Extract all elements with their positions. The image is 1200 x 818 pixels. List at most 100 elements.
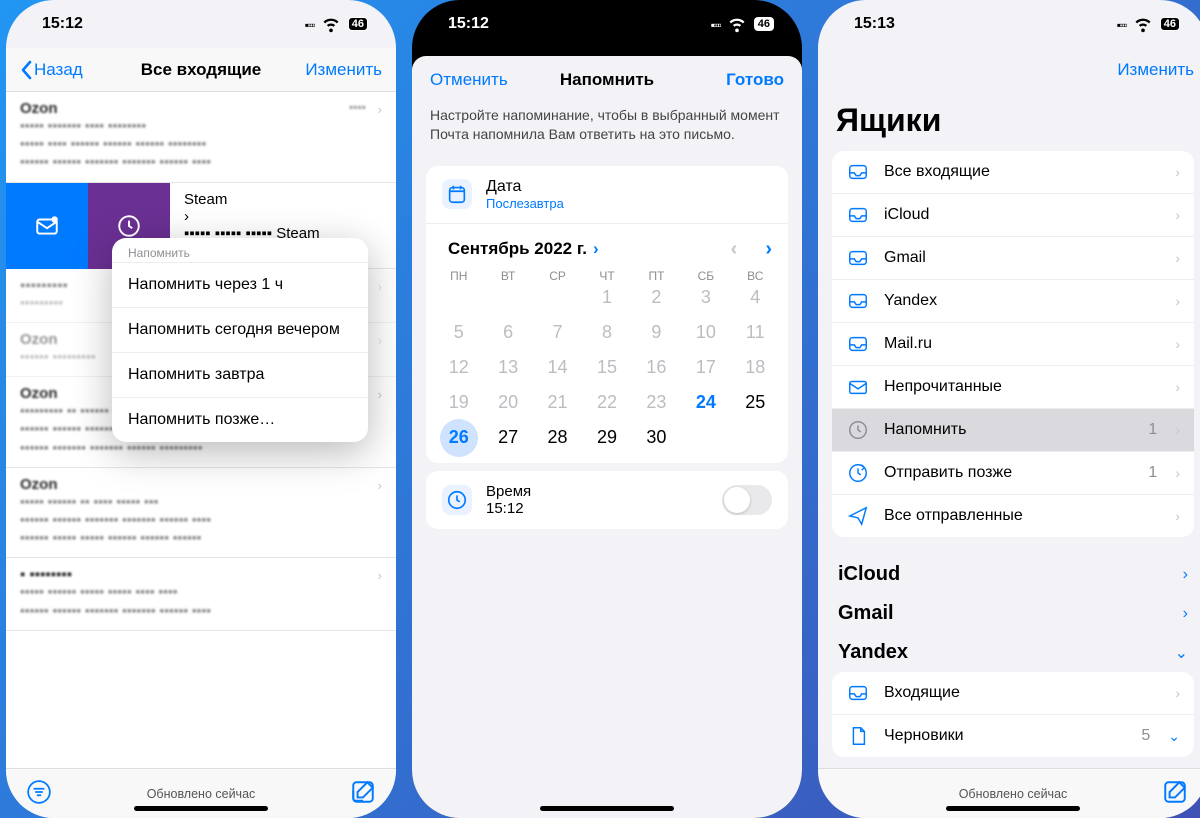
- cancel-button[interactable]: Отменить: [430, 70, 508, 90]
- tray-icon: [846, 505, 870, 527]
- folder-label: Входящие: [884, 684, 1161, 702]
- account-section[interactable]: Yandex ⌄: [818, 633, 1200, 672]
- chevron-icon: ⌄: [1175, 643, 1188, 663]
- mailbox-label: Напомнить: [884, 421, 1134, 439]
- calendar-icon: [442, 179, 472, 209]
- mailbox-label: Mail.ru: [884, 335, 1161, 353]
- section-label: Yandex: [838, 641, 908, 664]
- popup-item-1h[interactable]: Напомнить через 1 ч: [112, 262, 368, 307]
- mailbox-row[interactable]: Непрочитанные ›: [832, 366, 1194, 409]
- mailbox-row[interactable]: Gmail ›: [832, 237, 1194, 280]
- mailbox-row[interactable]: iCloud ›: [832, 194, 1194, 237]
- status-bar: 15:12 46: [6, 0, 396, 48]
- mail-list[interactable]: Ozon▪▪▪▪› ▪▪▪▪▪ ▪▪▪▪▪▪▪ ▪▪▪▪ ▪▪▪▪▪▪▪▪ ▪▪…: [6, 92, 396, 768]
- mail-item[interactable]: Ozon▪▪▪▪› ▪▪▪▪▪ ▪▪▪▪▪▪▪ ▪▪▪▪ ▪▪▪▪▪▪▪▪ ▪▪…: [6, 92, 396, 183]
- folder-row[interactable]: Черновики 5 ⌄: [832, 715, 1194, 757]
- mail-item[interactable]: Ozon› ▪▪▪▪▪ ▪▪▪▪▪▪ ▪▪ ▪▪▪▪ ▪▪▪▪▪ ▪▪▪ ▪▪▪…: [6, 468, 396, 559]
- section-label: iCloud: [838, 563, 900, 586]
- done-button[interactable]: Готово: [726, 70, 784, 90]
- signal-icon: [1117, 16, 1126, 32]
- modal-sheet: Отменить Напомнить Готово Настройте напо…: [412, 56, 802, 818]
- mailbox-row[interactable]: Mail.ru ›: [832, 323, 1194, 366]
- nav-bar: Изменить: [818, 48, 1200, 92]
- battery-icon: 46: [754, 17, 774, 31]
- chevron-right-icon: ›: [1175, 465, 1180, 481]
- mailbox-row[interactable]: Отправить позже 1 ›: [832, 452, 1194, 495]
- time-card: Время 15:12: [426, 471, 788, 529]
- mail-item[interactable]: ▪ ▪▪▪▪▪▪▪▪› ▪▪▪▪▪ ▪▪▪▪▪▪ ▪▪▪▪▪ ▪▪▪▪▪ ▪▪▪…: [6, 558, 396, 630]
- chevron-right-icon: ›: [1175, 207, 1180, 223]
- chevron-right-icon: ›: [1175, 379, 1180, 395]
- section-label: Gmail: [838, 602, 894, 625]
- status-bar: 15:12 46: [412, 0, 802, 48]
- mailbox-row[interactable]: Все входящие ›: [832, 151, 1194, 194]
- back-button[interactable]: Назад: [20, 60, 83, 80]
- prev-month-button[interactable]: ‹: [731, 238, 738, 261]
- tray-icon: [846, 290, 870, 312]
- compose-icon[interactable]: [1162, 779, 1188, 809]
- chevron-right-icon: ›: [1175, 293, 1180, 309]
- yandex-sublist: Входящие › Черновики 5 ⌄: [832, 672, 1194, 757]
- mailbox-count: 1: [1148, 421, 1157, 439]
- tray-icon: [846, 376, 870, 398]
- tray-icon: [846, 161, 870, 183]
- status-time: 15:12: [42, 15, 83, 33]
- popup-item-tonight[interactable]: Напомнить сегодня вечером: [112, 307, 368, 352]
- status-indicators: 46: [711, 12, 774, 37]
- mailbox-label: Непрочитанные: [884, 378, 1161, 396]
- chevron-right-icon: ›: [1175, 422, 1180, 438]
- chevron-right-icon: ›: [593, 239, 599, 258]
- time-row[interactable]: Время 15:12: [426, 471, 788, 529]
- mailbox-label: iCloud: [884, 206, 1161, 224]
- popup-item-tomorrow[interactable]: Напомнить завтра: [112, 352, 368, 397]
- sheet-description: Настройте напоминание, чтобы в выбранный…: [412, 104, 802, 158]
- chevron-right-icon: ›: [1175, 508, 1180, 524]
- tray-icon: [846, 333, 870, 355]
- phone-remind-sheet: 15:12 46 Отменить Напомнить Готово Настр…: [412, 0, 802, 818]
- swipe-unread-button[interactable]: [6, 183, 88, 269]
- popup-item-later[interactable]: Напомнить позже…: [112, 397, 368, 442]
- selected-day: 26: [440, 419, 478, 457]
- wifi-icon: [726, 12, 748, 37]
- next-month-button[interactable]: ›: [765, 238, 772, 261]
- tray-icon: [846, 462, 870, 484]
- date-label: Дата: [486, 178, 564, 196]
- chevron-icon: ›: [1175, 685, 1180, 701]
- month-name[interactable]: Сентябрь 2022 г.›: [442, 239, 599, 259]
- tray-icon: [846, 419, 870, 441]
- status-indicators: 46: [305, 12, 368, 37]
- mailbox-row[interactable]: Yandex ›: [832, 280, 1194, 323]
- tray-icon: [846, 204, 870, 226]
- filter-icon[interactable]: [26, 779, 52, 809]
- compose-icon[interactable]: [350, 779, 376, 809]
- time-value: 15:12: [486, 500, 531, 517]
- mailbox-row[interactable]: Все отправленные ›: [832, 495, 1194, 537]
- edit-button[interactable]: Изменить: [305, 60, 382, 80]
- status-time: 15:13: [854, 15, 895, 33]
- time-switch[interactable]: [722, 485, 772, 515]
- chevron-right-icon: ›: [1175, 336, 1180, 352]
- signal-icon: [305, 16, 314, 32]
- mailbox-label: Yandex: [884, 292, 1161, 310]
- phone-inbox: 15:12 46 Назад Все входящие Изменить Ozo…: [6, 0, 396, 818]
- mailbox-row[interactable]: Напомнить 1 ›: [832, 409, 1194, 452]
- tray-icon: [846, 247, 870, 269]
- month-picker-header: Сентябрь 2022 г.› ‹ ›: [426, 224, 788, 269]
- wifi-icon: [1132, 12, 1154, 37]
- account-section[interactable]: iCloud›: [818, 555, 1200, 594]
- calendar-grid[interactable]: 1234 567891011 12131415161718 1920212223…: [426, 283, 788, 463]
- folder-row[interactable]: Входящие ›: [832, 672, 1194, 715]
- mailbox-label: Все входящие: [884, 163, 1161, 181]
- popup-title: Напомнить: [112, 238, 368, 262]
- folder-icon: [846, 725, 870, 747]
- edit-button[interactable]: Изменить: [1117, 60, 1194, 80]
- account-section[interactable]: Gmail›: [818, 594, 1200, 633]
- chevron-right-icon: ›: [1175, 164, 1180, 180]
- date-row[interactable]: Дата Послезавтра: [426, 166, 788, 224]
- wifi-icon: [320, 12, 342, 37]
- weekday-header: ПНВТСРЧТПТСБВС: [426, 269, 788, 283]
- clock-icon: [442, 485, 472, 515]
- battery-icon: 46: [1160, 17, 1180, 31]
- folder-label: Черновики: [884, 727, 1127, 745]
- mailbox-count: 1: [1148, 464, 1157, 482]
